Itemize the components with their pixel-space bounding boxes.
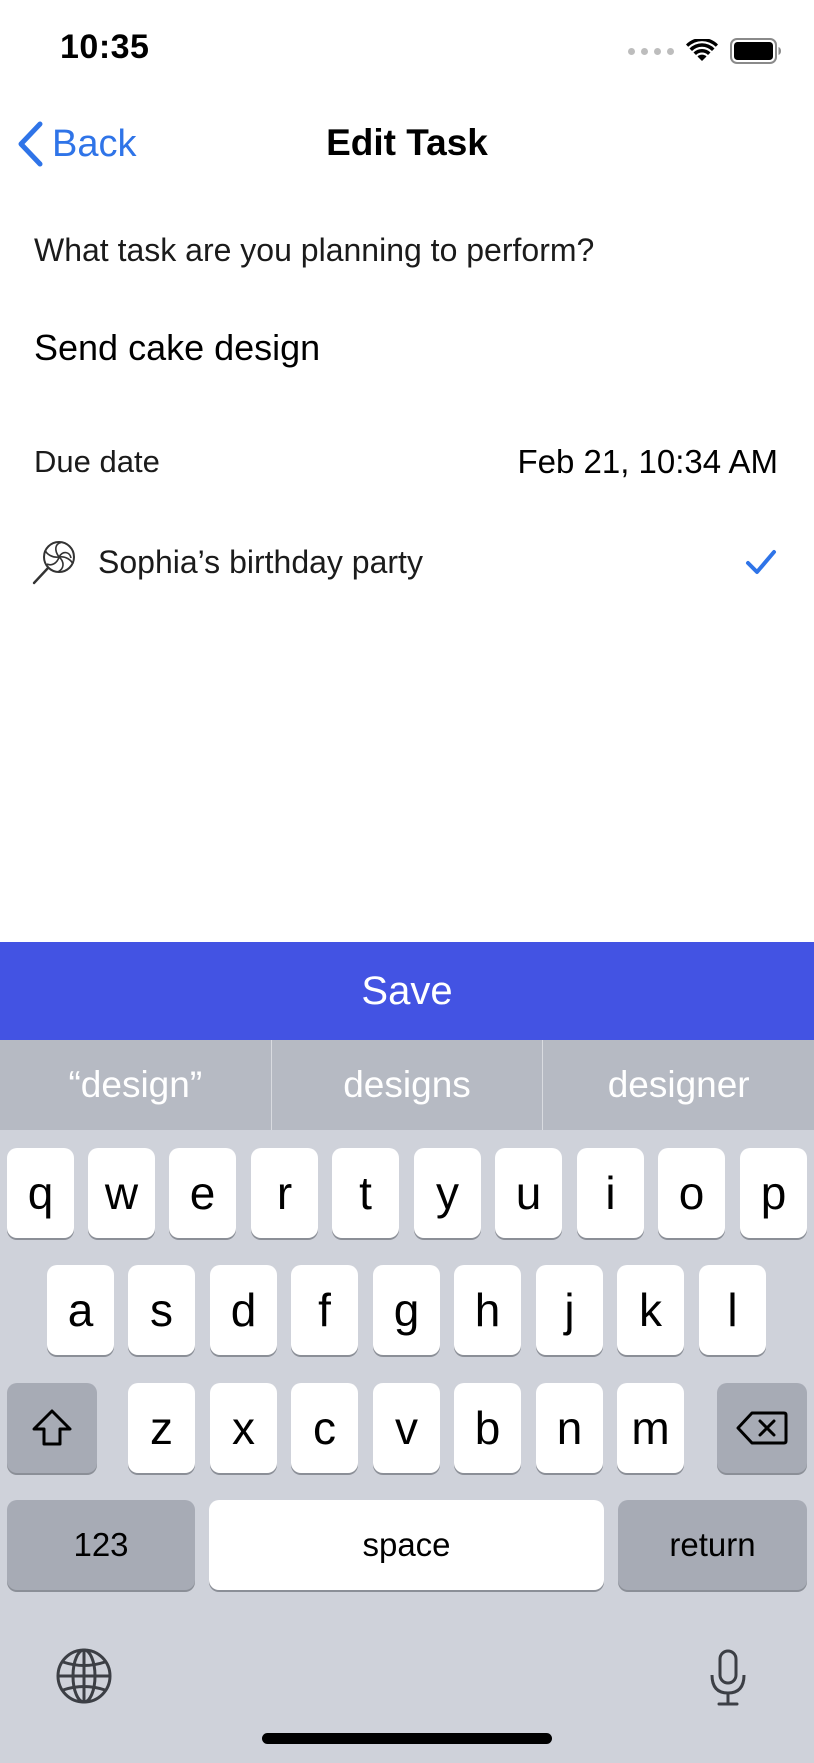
status-icons [628, 36, 782, 66]
suggestion-1[interactable]: “design” [0, 1040, 271, 1130]
key-j[interactable]: j [536, 1265, 603, 1355]
key-i[interactable]: i [577, 1148, 644, 1238]
key-o[interactable]: o [658, 1148, 725, 1238]
key-n[interactable]: n [536, 1383, 603, 1473]
key-g[interactable]: g [373, 1265, 440, 1355]
battery-icon [730, 38, 781, 64]
navigation-bar: Back Edit Task [0, 100, 814, 190]
status-bar: 10:35 [0, 0, 814, 100]
wifi-icon [686, 39, 718, 61]
suggestion-2[interactable]: designs [272, 1040, 543, 1130]
globe-icon[interactable] [55, 1647, 113, 1705]
shift-icon [32, 1409, 72, 1446]
event-name: Sophia’s birthday party [98, 543, 423, 580]
backspace-key[interactable] [717, 1383, 807, 1473]
task-name-input[interactable] [34, 322, 774, 374]
cellular-signal-icon [628, 47, 674, 55]
key-d[interactable]: d [210, 1265, 277, 1355]
due-date-row[interactable]: Due date Feb 21, 10:34 AM [34, 438, 778, 486]
key-b[interactable]: b [454, 1383, 521, 1473]
suggestion-bar: “design” designs designer [0, 1040, 814, 1130]
key-u[interactable]: u [495, 1148, 562, 1238]
key-m[interactable]: m [617, 1383, 684, 1473]
keyboard: “design” designs designer q w e r t y u … [0, 1040, 814, 1763]
shift-key[interactable] [7, 1383, 97, 1473]
key-h[interactable]: h [454, 1265, 521, 1355]
task-question-label: What task are you planning to perform? [34, 232, 595, 268]
due-date-value[interactable]: Feb 21, 10:34 AM [517, 443, 778, 481]
key-x[interactable]: x [210, 1383, 277, 1473]
backspace-icon [736, 1411, 788, 1445]
save-button[interactable]: Save [0, 942, 814, 1040]
key-s[interactable]: s [128, 1265, 195, 1355]
key-f[interactable]: f [291, 1265, 358, 1355]
page-title: Edit Task [326, 122, 488, 163]
key-z[interactable]: z [128, 1383, 195, 1473]
due-date-label: Due date [34, 444, 160, 479]
return-key[interactable]: return [618, 1500, 807, 1590]
home-indicator[interactable] [262, 1733, 552, 1744]
checkmark-icon [746, 550, 776, 574]
key-l[interactable]: l [699, 1265, 766, 1355]
key-e[interactable]: e [169, 1148, 236, 1238]
key-q[interactable]: q [7, 1148, 74, 1238]
suggestion-3[interactable]: designer [543, 1040, 814, 1130]
key-a[interactable]: a [47, 1265, 114, 1355]
lollipop-icon [32, 541, 75, 585]
key-t[interactable]: t [332, 1148, 399, 1238]
key-y[interactable]: y [414, 1148, 481, 1238]
space-key[interactable]: space [209, 1500, 604, 1590]
key-c[interactable]: c [291, 1383, 358, 1473]
key-w[interactable]: w [88, 1148, 155, 1238]
key-k[interactable]: k [617, 1265, 684, 1355]
status-time: 10:35 [60, 28, 150, 66]
key-p[interactable]: p [740, 1148, 807, 1238]
microphone-icon[interactable] [708, 1649, 748, 1707]
numbers-key[interactable]: 123 [7, 1500, 195, 1590]
key-r[interactable]: r [251, 1148, 318, 1238]
event-row[interactable]: Sophia’s birthday party [30, 534, 778, 590]
key-v[interactable]: v [373, 1383, 440, 1473]
